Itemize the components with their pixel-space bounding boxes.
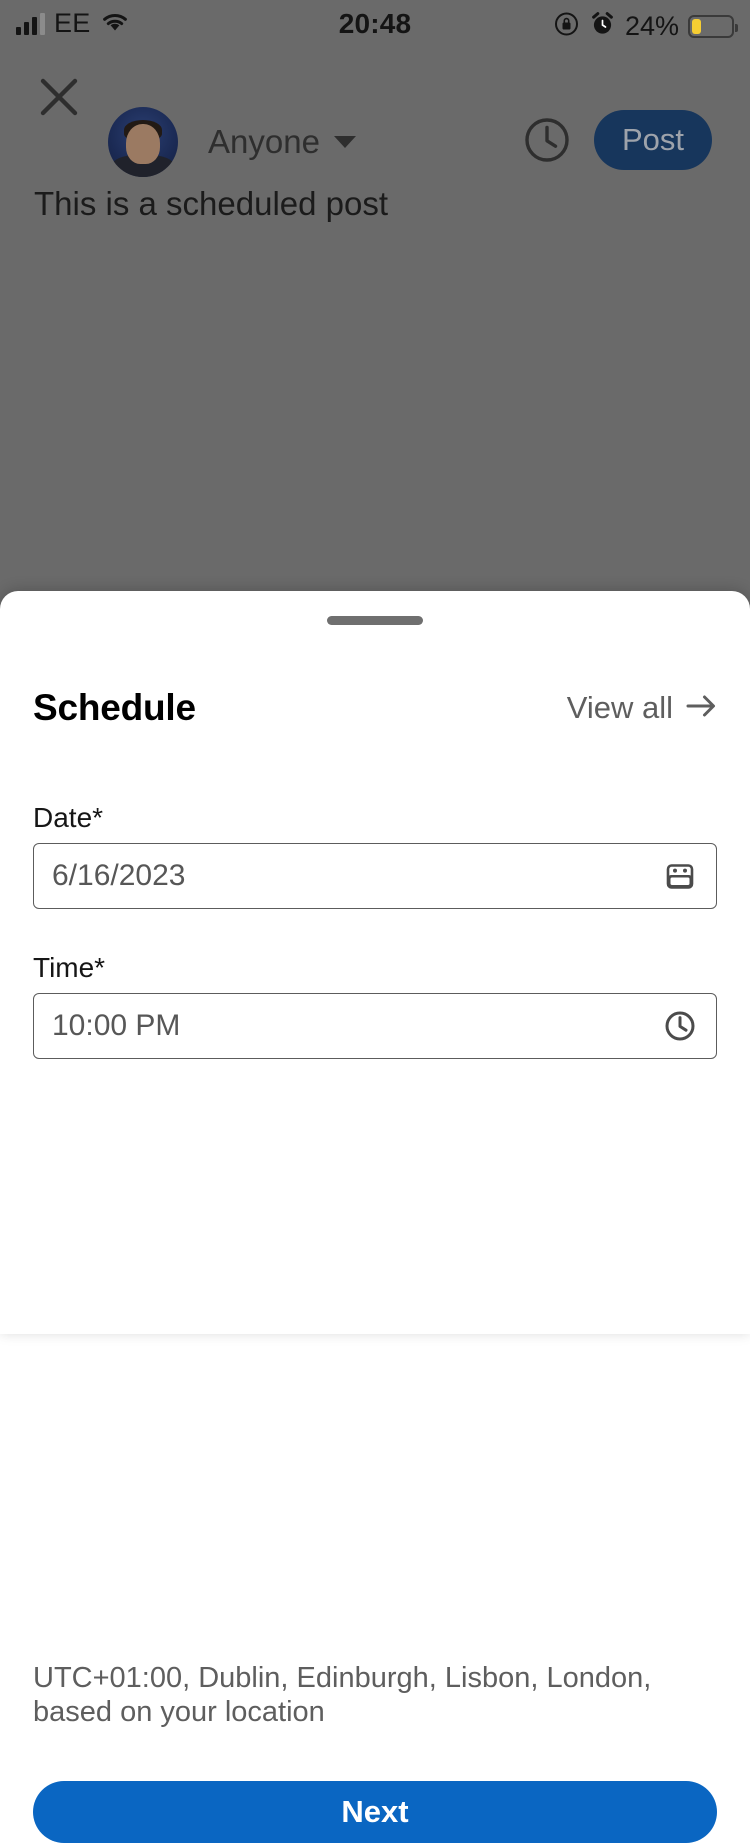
- post-button[interactable]: Post: [594, 110, 712, 170]
- date-input[interactable]: 6/16/2023: [33, 843, 717, 909]
- page-title: Schedule: [33, 687, 196, 728]
- next-button-label: Next: [341, 1794, 409, 1829]
- composer-header: Anyone Post: [0, 52, 750, 177]
- alarm-icon: [589, 10, 616, 42]
- time-field-label: Time*: [33, 952, 106, 983]
- date-field-group: Date* 6/16/2023: [33, 802, 717, 909]
- battery-icon: [688, 14, 738, 38]
- rotation-lock-icon: [553, 10, 580, 42]
- view-all-link[interactable]: View all: [567, 690, 717, 726]
- time-field-group: Time* 10:00 PM: [33, 952, 717, 1059]
- audience-selector[interactable]: Anyone: [208, 108, 356, 176]
- battery-percent-label: 24%: [624, 10, 679, 41]
- audience-label: Anyone: [208, 123, 320, 160]
- status-bar-right: 24%: [553, 10, 738, 42]
- next-button[interactable]: Next: [33, 1781, 717, 1843]
- avatar[interactable]: [108, 107, 178, 177]
- calendar-icon[interactable]: [662, 858, 698, 894]
- clock-icon[interactable]: [662, 1008, 698, 1044]
- schedule-clock-icon[interactable]: [522, 115, 572, 165]
- timezone-note: UTC+01:00, Dublin, Edinburgh, Lisbon, Lo…: [33, 1662, 652, 1729]
- time-input-value: 10:00 PM: [52, 1009, 181, 1042]
- date-input-value: 6/16/2023: [52, 859, 186, 892]
- time-input[interactable]: 10:00 PM: [33, 993, 717, 1059]
- date-field-label: Date*: [33, 802, 104, 833]
- sheet-grabber-handle[interactable]: [327, 616, 423, 625]
- view-all-label: View all: [566, 690, 673, 725]
- post-body-text[interactable]: This is a scheduled post: [34, 183, 694, 226]
- schedule-bottom-sheet: Schedule View all Date* 6/16/2023 Time* …: [0, 591, 750, 1843]
- close-icon[interactable]: [36, 74, 82, 120]
- status-bar: EE 20:48 24%: [0, 0, 750, 52]
- post-button-label: Post: [621, 122, 685, 157]
- arrow-right-icon: [685, 693, 717, 724]
- sheet-header: Schedule View all: [33, 684, 717, 732]
- chevron-down-icon: [333, 136, 356, 148]
